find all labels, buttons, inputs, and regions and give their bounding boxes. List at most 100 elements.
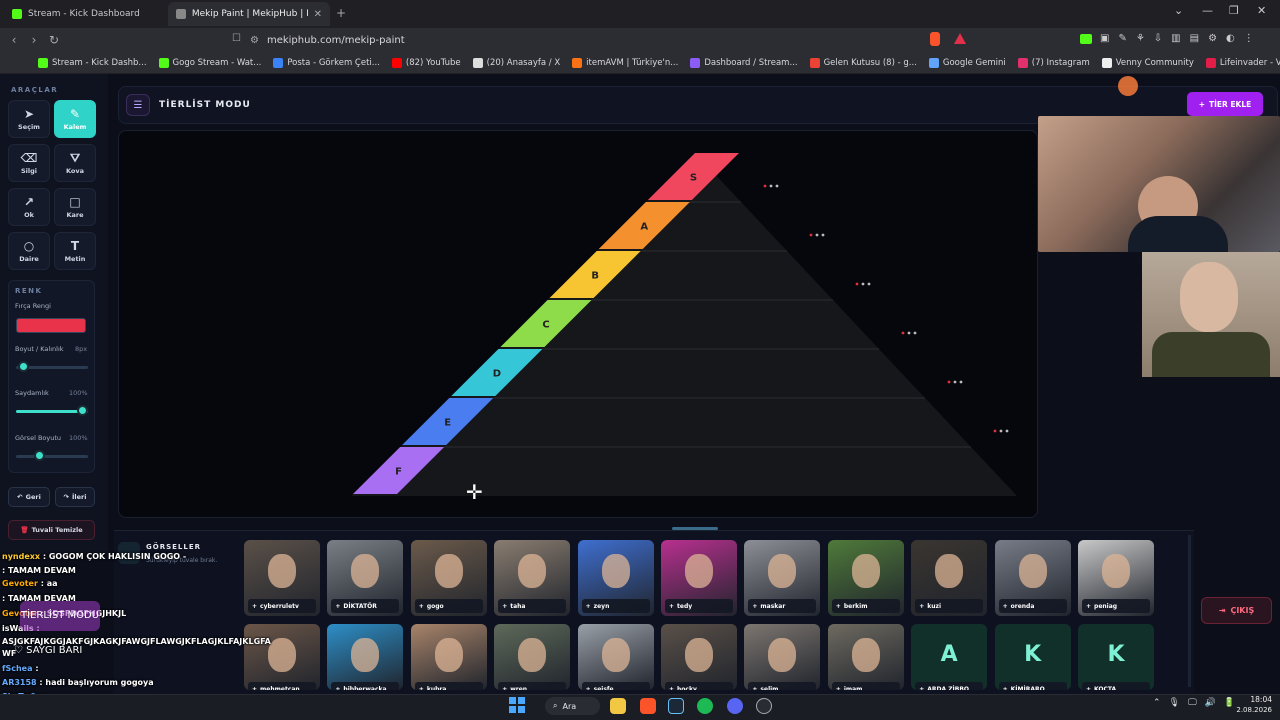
url-field[interactable]: ⚙ mekiphub.com/mekip-paint (250, 31, 930, 49)
undo-button[interactable]: ↶ Geri (8, 487, 50, 507)
drawing-canvas[interactable]: S A B C D E F (118, 130, 1038, 518)
clear-canvas-button[interactable]: 🗑 Tuvali Temizle (8, 520, 95, 540)
bookmark-item[interactable]: Stream - Kick Dashb... (38, 57, 147, 68)
exit-button[interactable]: ⇥ ÇIKIŞ (1201, 597, 1272, 624)
back-icon[interactable]: ‹ (4, 33, 24, 47)
tool-text-button[interactable]: T Metin (54, 232, 96, 270)
spotify-icon[interactable] (697, 698, 713, 714)
card-name: tedy (677, 602, 693, 610)
tier-menu-icon[interactable] (763, 184, 779, 188)
tier-menu-icon[interactable] (809, 233, 825, 237)
gallery-card[interactable]: + berkim (827, 540, 904, 616)
obs-icon[interactable] (756, 698, 772, 714)
gallery-card[interactable]: + tedy (661, 540, 737, 616)
bookmark-item[interactable]: (82) YouTube (391, 57, 461, 68)
gallery-card[interactable]: A + ARDA ZİBBO (911, 624, 988, 690)
bookmark-favicon-icon (1101, 57, 1112, 68)
gallery-card[interactable]: + hocky (661, 624, 737, 690)
plus-icon: + (418, 685, 424, 691)
image-size-label: Görsel Boyutu (15, 434, 62, 442)
tool-eraser-button[interactable]: ⌫ Silgi (8, 144, 50, 182)
steam-icon[interactable] (668, 698, 684, 714)
gallery-card[interactable]: + kuzi (911, 540, 988, 616)
gallery-card[interactable]: + wren (494, 624, 571, 690)
tier-menu-icon[interactable] (855, 282, 871, 286)
bookmark-item[interactable]: (20) Anasayfa / X (472, 57, 560, 68)
tool-square-button[interactable]: □ Kare (54, 188, 96, 226)
tab-list-icon[interactable]: ⌄ (1174, 4, 1183, 17)
tool-bucket-button[interactable]: ⛛ Kova (54, 144, 96, 182)
brave-browser-icon[interactable] (640, 698, 656, 714)
tier-menu-icon[interactable] (993, 429, 1009, 433)
image-size-slider[interactable] (16, 455, 88, 458)
gallery-card[interactable]: + bibberwacka (327, 624, 404, 690)
undo-label: Geri (25, 493, 41, 501)
brush-color-swatch[interactable] (16, 318, 86, 333)
bookmark-item[interactable]: Venny Community (1101, 57, 1194, 68)
gallery-card[interactable]: + seisfe (577, 624, 654, 690)
bookmark-item[interactable]: Gelen Kutusu (8) - g... (809, 57, 917, 68)
windows-start-icon[interactable] (509, 697, 525, 713)
close-window-icon[interactable]: ✕ (1257, 4, 1266, 17)
gallery-card[interactable]: K + KOCTA (1078, 624, 1154, 690)
add-tier-button[interactable]: + TİER EKLE (1187, 92, 1263, 116)
redo-button[interactable]: ↷ İleri (55, 487, 95, 507)
discord-icon[interactable] (727, 698, 743, 714)
gallery-card[interactable]: + maskar (744, 540, 821, 616)
bookmark-item[interactable]: Dashboard / Stream... (690, 57, 798, 68)
forward-icon[interactable]: › (24, 33, 44, 47)
reload-icon[interactable]: ↻ (44, 33, 64, 47)
bookmark-icon[interactable]: ☐ (232, 33, 241, 44)
maximize-icon[interactable]: ❐ (1229, 4, 1239, 17)
gallery-card[interactable]: + peniag (1078, 540, 1154, 616)
new-tab-icon[interactable]: + (336, 6, 346, 20)
tab-kick-dashboard[interactable]: Stream - Kick Dashboard (4, 2, 164, 26)
gallery-card[interactable]: + zeyn (577, 540, 654, 616)
tool-cursor-button[interactable]: ➤ Seçim (8, 100, 50, 138)
minimize-icon[interactable]: — (1202, 4, 1213, 17)
gallery-card[interactable]: K + KİMİRARO (994, 624, 1071, 690)
tier-menu-icon[interactable] (901, 331, 917, 335)
gallery-card[interactable]: + DİKTATÖR (327, 540, 404, 616)
close-tab-icon[interactable]: ✕ (314, 9, 322, 20)
kick-extension-icon[interactable] (1080, 34, 1092, 44)
tool-label: Metin (64, 254, 86, 263)
tier-menu-icon[interactable] (947, 380, 963, 384)
gallery-card[interactable]: + kubra (410, 624, 487, 691)
tool-circle-button[interactable]: ○ Daire (8, 232, 50, 270)
gallery-card[interactable]: + imam (827, 624, 904, 690)
tool-label: Seçim (18, 122, 40, 131)
resize-handle[interactable] (672, 527, 718, 530)
brave-shield-icon[interactable] (930, 32, 940, 46)
gallery-card[interactable]: + orenda (994, 540, 1071, 616)
opacity-slider-knob[interactable] (77, 405, 88, 416)
card-face (1018, 554, 1047, 588)
tool-arrow-button[interactable]: ↗ Ok (8, 188, 50, 226)
url-text: mekiphub.com/mekip-paint (266, 34, 405, 46)
taskbar-search[interactable]: ⌕ Ara (545, 697, 600, 715)
gallery-card[interactable]: + gogo (410, 540, 487, 616)
gallery-card[interactable]: + taha (494, 540, 571, 616)
card-face (351, 638, 380, 672)
tool-pencil-button[interactable]: ✎ Kalem (54, 100, 96, 138)
tier-label-a: A (640, 222, 648, 233)
decor-blob (1118, 76, 1138, 96)
card-name: orenda (1010, 602, 1035, 610)
bookmark-item[interactable]: Google Gemini (928, 57, 1006, 68)
tab-mekip-paint[interactable]: Mekip Paint | MekipHub | Mekip ✕ (168, 2, 330, 26)
bookmark-item[interactable]: Posta - Görkem Çeti... (273, 57, 380, 68)
site-info-icon[interactable]: ⚙ (250, 35, 259, 46)
gallery-card[interactable]: + selim (744, 624, 821, 690)
bookmark-item[interactable]: (7) Instagram (1017, 57, 1090, 68)
gallery-scrollbar[interactable] (1188, 535, 1191, 687)
plus-icon: + (585, 602, 591, 610)
bookmark-item[interactable]: Gogo Stream - Wat... (158, 57, 261, 68)
size-slider-knob[interactable] (17, 361, 29, 372)
bookmark-item[interactable]: Lifeinvader - VennyV (1205, 57, 1280, 68)
exit-icon: ⇥ (1218, 606, 1226, 615)
bookmark-item[interactable]: itemAVM | Türkiye'n... (572, 57, 678, 68)
brave-rewards-icon[interactable] (954, 33, 966, 44)
extension-icons[interactable]: ▣✎⚘⇩▥▤⚙◐⋮ (1100, 33, 1263, 44)
card-caption: + zeyn (581, 599, 650, 613)
file-explorer-icon[interactable] (610, 698, 626, 714)
